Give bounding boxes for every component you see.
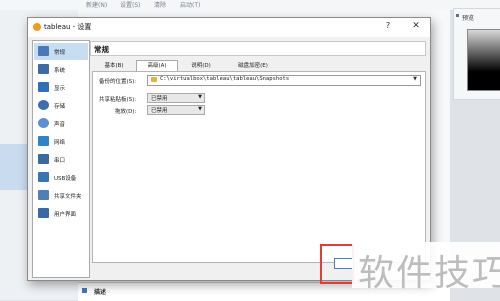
sidebar-item-display[interactable]: 显示 [34,79,88,96]
sidebar-item-system[interactable]: 系统 [34,61,88,78]
sidebar-item-label: 声音 [54,122,66,128]
network-icon [38,136,49,146]
watermark: 软件技巧 [352,242,500,294]
dialog-title: tableau - 设置 [44,23,92,31]
start-button[interactable]: 启动(T) [180,0,200,9]
sidebar-item-label: 串口 [54,158,66,164]
shared-clipboard-select[interactable]: 已禁用 ▼ [147,93,205,103]
general-icon [38,46,49,56]
drag-drop-value: 已禁用 [151,108,168,114]
sidebar-item-serial-ports[interactable]: 串口 [34,151,88,168]
usb-icon [38,172,49,182]
storage-icon [38,100,49,110]
settings-button[interactable]: 设置(S) [120,0,141,9]
drag-drop-label: 拖放(D): [115,109,137,115]
user-interface-icon [38,208,49,218]
close-button[interactable]: ✕ [409,21,423,33]
snapshot-folder-path: C:\virtualbox\tableau\tableau\Snapshots [160,76,290,82]
help-button[interactable]: ? [381,21,395,33]
ok-button-highlight [320,244,354,284]
shared-clipboard-value: 已禁用 [151,96,168,102]
page-title: 常规 [94,45,109,54]
sidebar-item-audio[interactable]: 声音 [34,115,88,132]
display-icon [38,82,49,92]
sidebar-item-shared-folders[interactable]: 共享文件夹 [34,187,88,204]
sidebar-item-label: 显示 [54,86,66,92]
shared-folder-icon [38,190,49,200]
sidebar-item-label: 系统 [54,68,66,74]
ok-button[interactable] [334,258,354,269]
discard-button[interactable]: 清除 [154,0,166,9]
snapshot-folder-select[interactable]: C:\virtualbox\tableau\tableau\Snapshots … [147,75,421,86]
shared-clipboard-label: 共享粘贴板(S): [99,97,137,103]
sidebar-item-user-interface[interactable]: 用户界面 [34,205,88,222]
section-header: 常规 [90,41,426,56]
snapshot-folder-label: 备份的位置(S): [99,79,137,85]
system-icon [38,64,49,74]
watermark-text: 软件技巧 [358,253,500,294]
sidebar-item-label: 常规 [54,50,66,56]
sidebar-item-usb[interactable]: USB设备 [34,169,88,186]
sidebar-item-network[interactable]: 网络 [34,133,88,150]
serial-port-icon [38,154,49,164]
chevron-down-icon: ▼ [198,106,202,112]
sidebar-item-storage[interactable]: 存储 [34,97,88,114]
preview-screen [467,29,500,91]
description-icon [82,288,87,293]
settings-sidebar: 常规 系统 显示 存储 声音 网络 串口 USB设备 共享文件夹 用户界面 [32,40,90,278]
preview-icon [456,14,459,17]
description-label: 描述 [94,289,107,296]
chevron-down-icon: ▼ [198,94,202,100]
tab-panel-advanced: 备份的位置(S): C:\virtualbox\tableau\tableau\… [92,71,426,263]
drag-drop-select[interactable]: 已禁用 ▼ [147,105,205,115]
audio-icon [38,118,49,128]
sidebar-item-label: 共享文件夹 [54,194,82,200]
sidebar-item-label: 存储 [54,104,66,110]
sidebar-item-label: 网络 [54,140,66,146]
sidebar-item-label: 用户界面 [54,212,77,218]
folder-icon [151,77,157,82]
sidebar-item-label: USB设备 [54,176,77,182]
new-button[interactable]: 新建(N) [86,0,107,9]
sidebar-item-general[interactable]: 常规 [34,43,88,60]
preview-panel: 预览 [453,8,500,100]
virtualbox-app-icon [33,23,41,31]
preview-title: 预览 [462,15,475,22]
dialog-titlebar[interactable]: tableau - 设置 ? ✕ [28,18,430,37]
chevron-down-icon: ▼ [413,76,417,82]
